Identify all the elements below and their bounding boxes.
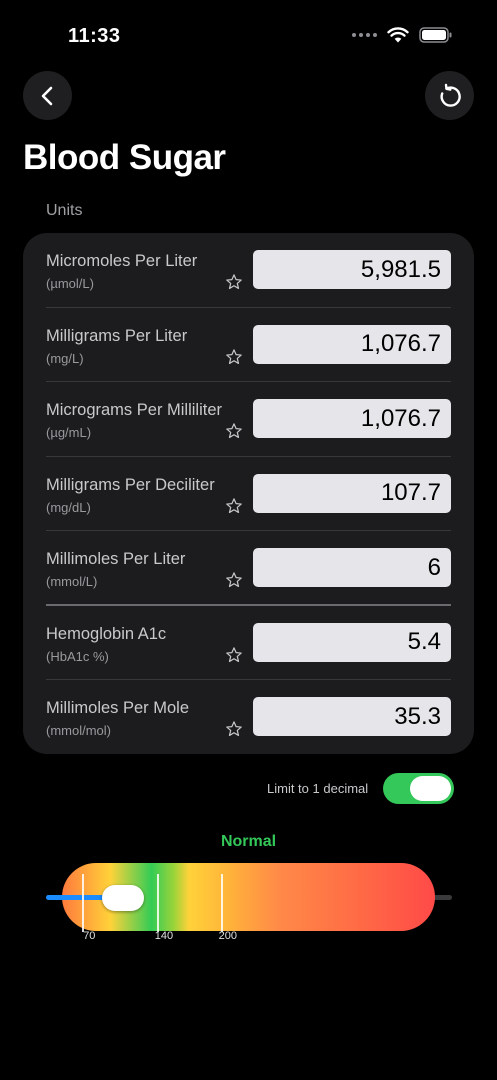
- unit-abbreviation: (mg/dL): [46, 499, 91, 515]
- unit-name: Micromoles Per Liter: [46, 252, 198, 270]
- star-outline-icon[interactable]: [225, 348, 243, 366]
- star-outline-icon[interactable]: [225, 720, 243, 738]
- unit-value-field[interactable]: 1,076.7: [253, 399, 451, 438]
- back-button[interactable]: [23, 71, 72, 120]
- unit-value-field[interactable]: 5.4: [253, 622, 451, 662]
- unit-name: Hemoglobin A1c: [46, 624, 167, 643]
- gauge-tick-140: [156, 874, 159, 932]
- gauge-tick-label: 200: [218, 930, 238, 942]
- gauge-tick-label: 70: [83, 930, 96, 942]
- gauge-tick-label: 140: [154, 930, 174, 942]
- unit-abbreviation: (µg/mL): [46, 425, 92, 440]
- gauge-slider-thumb[interactable]: [102, 885, 145, 911]
- toggle-knob: [410, 776, 451, 801]
- glucose-range-gauge: 70 140 200: [0, 860, 497, 960]
- unit-name: Micrograms Per Milliliter: [46, 401, 223, 419]
- unit-name: Millimoles Per Liter: [46, 550, 186, 568]
- reset-icon: [439, 83, 461, 107]
- unit-abbreviation: (mmol/L): [46, 574, 98, 589]
- unit-row-mg-l: Milligrams Per Liter (mg/L) 1,076.7: [23, 308, 474, 382]
- page-title: Blood Sugar: [23, 138, 226, 177]
- unit-row-hba1c: Hemoglobin A1c (HbA1c %) 5.4: [23, 606, 474, 680]
- wifi-icon: [387, 27, 409, 43]
- unit-abbreviation: (HbA1c %): [46, 648, 109, 664]
- chevron-left-icon: [41, 86, 52, 105]
- unit-value-field[interactable]: 35.3: [253, 697, 451, 736]
- unit-row-ug-ml: Micrograms Per Milliliter (µg/mL) 1,076.…: [23, 382, 474, 457]
- unit-value-field[interactable]: 5,981.5: [253, 250, 451, 289]
- units-section-label: Units: [46, 202, 83, 219]
- star-outline-icon[interactable]: [225, 497, 243, 515]
- unit-abbreviation: (mg/L): [46, 350, 84, 366]
- star-outline-icon[interactable]: [225, 646, 243, 664]
- gauge-tick-200: [220, 874, 223, 932]
- limit-decimal-label: Limit to 1 decimal: [267, 781, 369, 796]
- status-icons: [352, 27, 453, 43]
- unit-value-field[interactable]: 6: [253, 548, 451, 587]
- signal-icon: [352, 33, 377, 37]
- unit-row-mmol-l: Millimoles Per Liter (mmol/L) 6: [23, 531, 474, 606]
- unit-abbreviation: (mmol/mol): [46, 723, 111, 738]
- status-bar: 11:33: [0, 0, 497, 70]
- star-outline-icon[interactable]: [225, 571, 243, 589]
- star-outline-icon[interactable]: [225, 273, 243, 291]
- unit-name: Millimoles Per Mole: [46, 699, 190, 717]
- reset-button[interactable]: [425, 71, 474, 120]
- units-card: Micromoles Per Liter (µmol/L) 5,981.5 Mi…: [23, 233, 474, 754]
- unit-row-mmol-mol: Millimoles Per Mole (mmol/mol) 35.3: [23, 680, 474, 755]
- battery-icon: [419, 27, 452, 43]
- status-time: 11:33: [68, 25, 121, 47]
- unit-row-umol-l: Micromoles Per Liter (µmol/L) 5,981.5: [23, 233, 474, 308]
- unit-value-field[interactable]: 107.7: [253, 473, 451, 513]
- range-status-label: Normal: [220, 833, 277, 850]
- unit-value-field[interactable]: 1,076.7: [253, 324, 451, 364]
- unit-name: Milligrams Per Liter: [46, 326, 188, 345]
- unit-abbreviation: (µmol/L): [46, 276, 94, 291]
- star-outline-icon[interactable]: [225, 422, 243, 440]
- unit-name: Milligrams Per Deciliter: [46, 475, 215, 494]
- gauge-tick-70: [82, 874, 85, 932]
- limit-decimal-toggle[interactable]: [383, 773, 454, 804]
- unit-row-mg-dl: Milligrams Per Deciliter (mg/dL) 107.7: [23, 457, 474, 531]
